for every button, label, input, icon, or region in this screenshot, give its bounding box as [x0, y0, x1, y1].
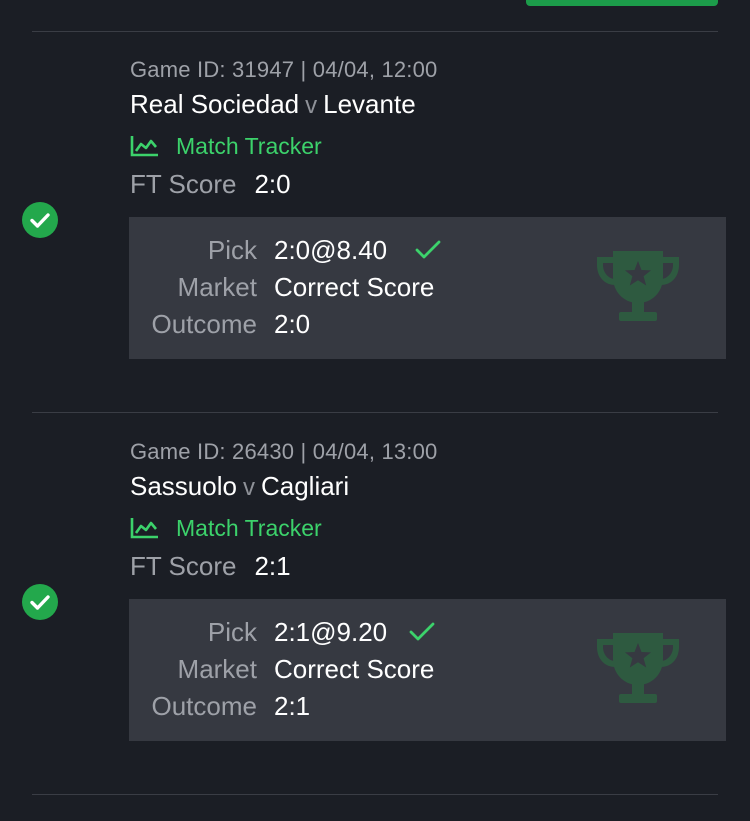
market-value: Correct Score: [274, 654, 435, 684]
ft-score: FT Score 2:1: [130, 551, 291, 582]
versus-label: v: [242, 474, 255, 501]
versus-label: v: [305, 92, 318, 119]
bet-card: Game ID: 26430 | 04/04, 13:00 Sassuolo v C…: [0, 439, 750, 821]
game-meta: Game ID: 26430 | 04/04, 13:00: [130, 439, 438, 464]
match-tracker-label[interactable]: Match Tracker: [176, 133, 322, 160]
pick-row: Pick 2:0@8.40: [129, 235, 726, 271]
away-team: Cagliari: [260, 471, 350, 501]
pick-label: Pick: [207, 235, 257, 265]
outcome-label: Outcome: [151, 691, 258, 721]
check-circle-icon: [22, 584, 58, 620]
match-tracker-label[interactable]: Match Tracker: [176, 515, 322, 542]
pick-row: Pick 2:1@9.20: [129, 617, 726, 653]
outcome-value: 2:1: [274, 691, 311, 721]
match-tracker-link[interactable]: Match Tracker: [130, 513, 322, 543]
outcome-label: Outcome: [151, 309, 258, 339]
checkmark-icon: [409, 622, 435, 641]
ft-score-label: FT Score: [130, 551, 237, 581]
market-value: Correct Score: [274, 272, 435, 302]
divider: [32, 794, 718, 795]
home-team: Real Sociedad: [130, 89, 300, 119]
pick-details: Pick 2:0@8.40 Market Correct Score Outco…: [129, 217, 726, 359]
line-chart-icon: [130, 518, 158, 539]
check-circle-icon: [22, 202, 58, 238]
outcome-value: 2:0: [274, 309, 311, 339]
market-row: Market Correct Score: [129, 654, 726, 690]
divider: [32, 31, 718, 32]
game-meta: Game ID: 31947 | 04/04, 12:00: [130, 57, 438, 82]
outcome-row: Outcome 2:1: [129, 691, 726, 727]
divider: [32, 412, 718, 413]
bet-card: Game ID: 31947 | 04/04, 12:00 Real Socie…: [0, 57, 750, 439]
market-row: Market Correct Score: [129, 272, 726, 308]
outcome-row: Outcome 2:0: [129, 309, 726, 345]
market-label: Market: [177, 654, 257, 684]
home-team: Sassuolo: [130, 471, 237, 501]
match-teams: Real Sociedad v Levante: [130, 89, 416, 120]
ft-score-value: 2:1: [254, 551, 291, 581]
market-label: Market: [177, 272, 257, 302]
pick-value: 2:1@9.20: [274, 617, 388, 647]
ft-score-value: 2:0: [254, 169, 291, 199]
pick-details: Pick 2:1@9.20 Market Correct Score Outco…: [129, 599, 726, 741]
ft-score: FT Score 2:0: [130, 169, 291, 200]
match-teams: Sassuolo v Cagliari: [130, 471, 349, 502]
checkmark-icon: [415, 240, 441, 259]
top-action-button[interactable]: [526, 0, 718, 6]
away-team: Levante: [323, 89, 416, 119]
ft-score-label: FT Score: [130, 169, 237, 199]
pick-label: Pick: [207, 617, 257, 647]
pick-value: 2:0@8.40: [274, 235, 388, 265]
match-tracker-link[interactable]: Match Tracker: [130, 131, 322, 161]
line-chart-icon: [130, 136, 158, 157]
